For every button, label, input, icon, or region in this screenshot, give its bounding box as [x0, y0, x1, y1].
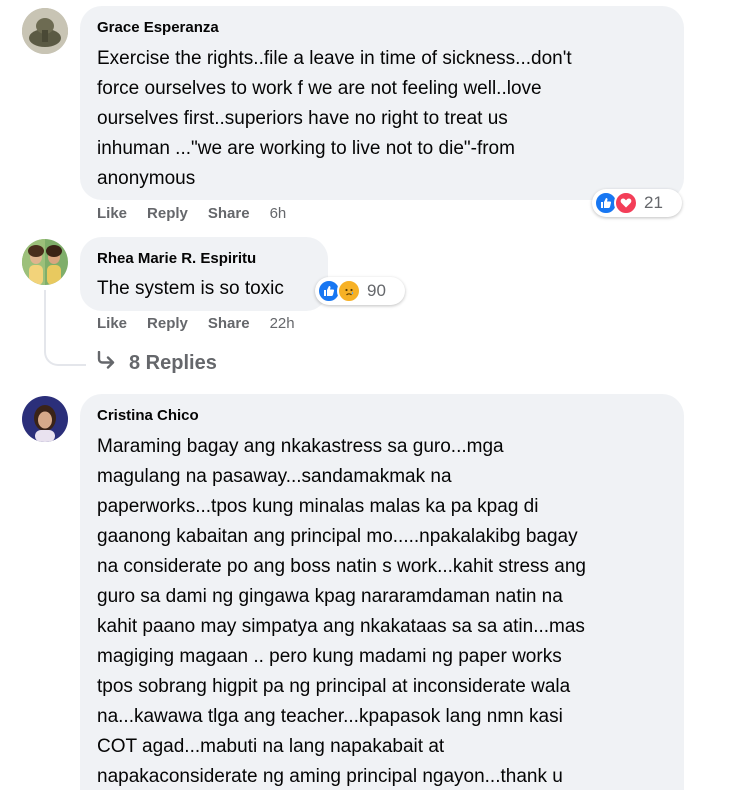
comment-text: Maraming bagay ang nkakastress sa guro..… — [97, 436, 586, 787]
comments-section: Grace Esperanza Exercise the rights..fil… — [0, 0, 750, 790]
reply-button[interactable]: Reply — [147, 205, 188, 222]
comment-actions: Like Reply Share 6h — [97, 205, 286, 222]
comment-bubble: Grace Esperanza Exercise the rights..fil… — [80, 6, 684, 200]
like-button[interactable]: Like — [97, 315, 127, 332]
comment-timestamp[interactable]: 22h — [270, 315, 295, 332]
comment-author[interactable]: Grace Esperanza — [97, 19, 668, 37]
love-icon — [614, 191, 638, 215]
thread-connector — [44, 338, 86, 366]
comment-text: The system is so toxic — [97, 278, 284, 299]
avatar-image — [22, 239, 68, 285]
avatar[interactable] — [22, 396, 68, 442]
avatar[interactable] — [22, 239, 68, 285]
reaction-count: 21 — [644, 193, 663, 212]
comment-timestamp[interactable]: 6h — [270, 205, 287, 222]
avatar-image — [22, 396, 68, 442]
comment-author[interactable]: Cristina Chico — [97, 407, 668, 425]
replies-count-label[interactable]: 8 Replies — [129, 352, 217, 375]
comment-bubble: Rhea Marie R. Espiritu The system is so … — [80, 237, 328, 311]
comment-actions: Like Reply Share 22h — [97, 315, 295, 332]
reply-button[interactable]: Reply — [147, 315, 188, 332]
comment-author[interactable]: Rhea Marie R. Espiritu — [97, 250, 312, 268]
reaction-count: 90 — [367, 281, 386, 300]
reactions-summary[interactable]: 21 — [592, 189, 682, 217]
like-button[interactable]: Like — [97, 205, 127, 222]
share-button[interactable]: Share — [208, 205, 250, 222]
share-button[interactable]: Share — [208, 315, 250, 332]
reactions-summary[interactable]: 90 — [315, 277, 405, 305]
avatar-image — [22, 8, 68, 54]
avatar[interactable] — [22, 8, 68, 54]
reply-arrow-icon — [97, 350, 117, 375]
view-replies-button[interactable]: 8 Replies — [97, 350, 217, 375]
thread-line — [44, 290, 46, 340]
comment-text: Exercise the rights..file a leave in tim… — [97, 48, 572, 189]
comment-bubble: Cristina Chico Maraming bagay ang nkakas… — [80, 394, 684, 790]
sad-icon — [337, 279, 361, 303]
